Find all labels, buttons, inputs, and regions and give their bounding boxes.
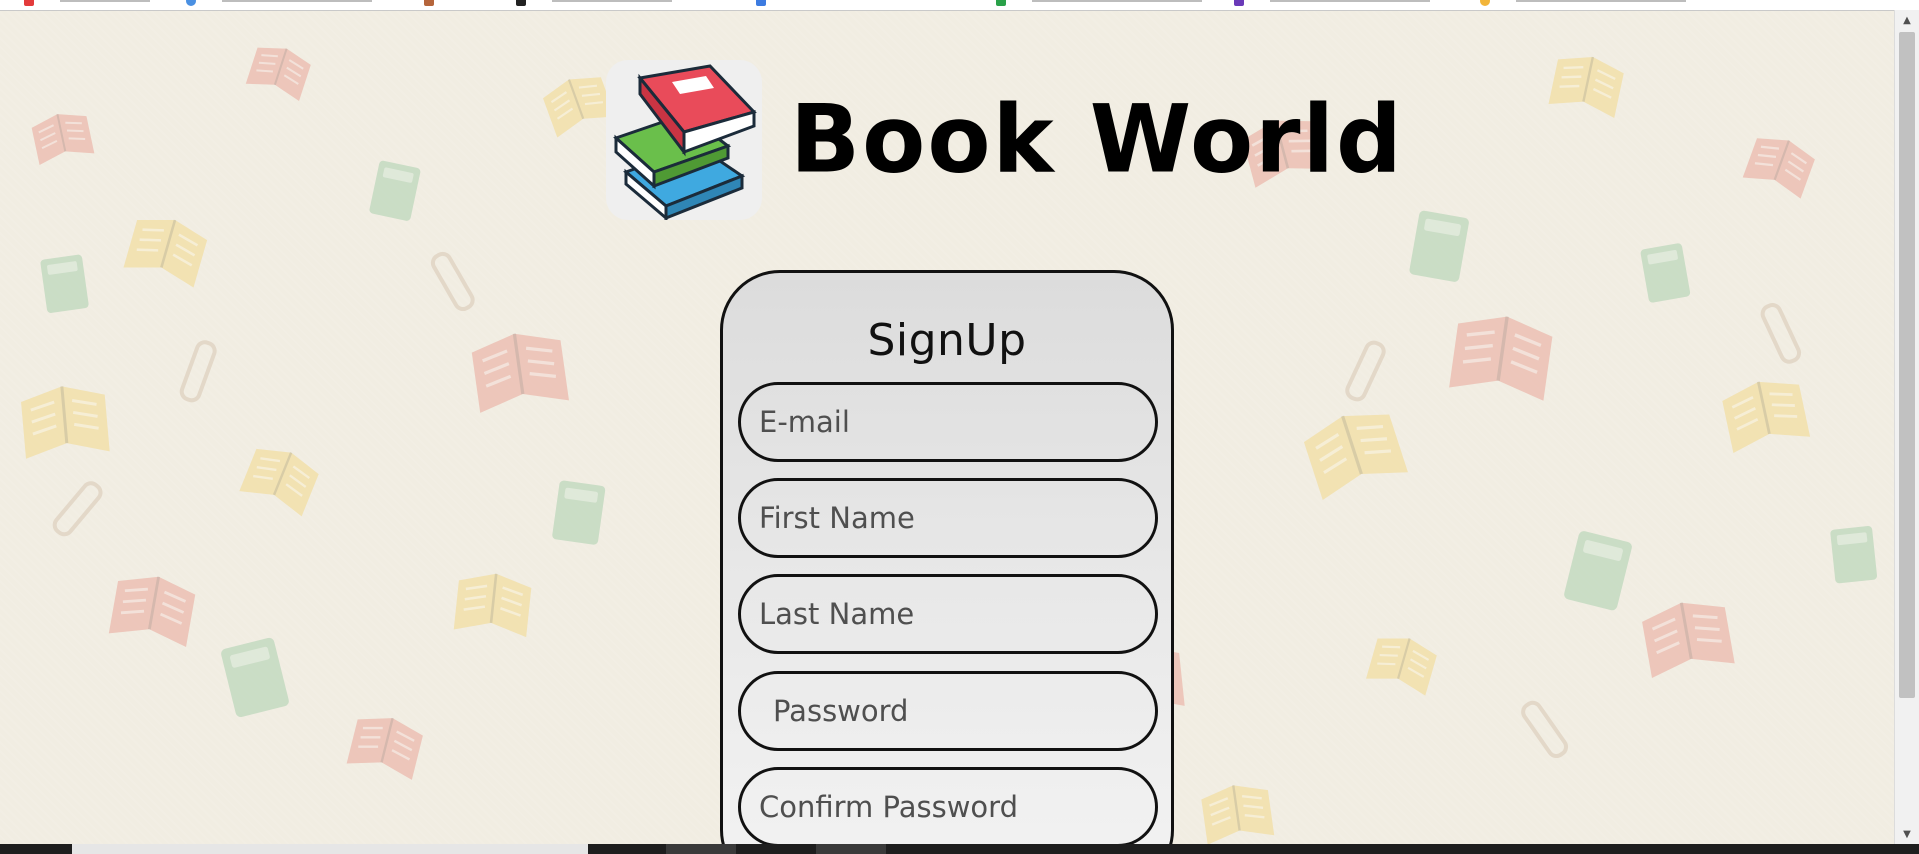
confirm-password-field[interactable]: [738, 767, 1158, 847]
bottom-bar: [0, 844, 1919, 854]
tab-title-remnant: [1516, 0, 1686, 2]
scrollbar-thumb[interactable]: [1899, 32, 1915, 698]
password-field[interactable]: [738, 671, 1158, 751]
tab-favicon[interactable]: [996, 0, 1006, 6]
page-scrollbar[interactable]: ▲ ▼: [1894, 10, 1919, 844]
tab-favicon[interactable]: [186, 0, 196, 6]
tab-favicon[interactable]: [24, 0, 34, 6]
tab-title-remnant: [1270, 0, 1430, 2]
tab-title-remnant: [1032, 0, 1202, 2]
scroll-up-icon[interactable]: ▲: [1895, 10, 1919, 30]
signup-card: SignUp: [720, 270, 1174, 854]
tab-favicon[interactable]: [756, 0, 766, 6]
horizontal-scroll-track[interactable]: [72, 844, 588, 854]
taskbar-item[interactable]: [816, 844, 886, 854]
tab-favicon[interactable]: [424, 0, 434, 6]
tab-title-remnant: [222, 0, 372, 2]
tab-favicon[interactable]: [1234, 0, 1244, 6]
first-name-field[interactable]: [738, 478, 1158, 558]
taskbar-item[interactable]: [666, 844, 736, 854]
scroll-down-icon[interactable]: ▼: [1895, 824, 1919, 844]
tab-favicon[interactable]: [1480, 0, 1490, 6]
site-title: Book World: [790, 84, 1404, 195]
email-field[interactable]: [738, 382, 1158, 462]
tab-title-remnant: [552, 0, 672, 2]
site-header: Book World: [606, 60, 1404, 220]
tab-title-remnant: [60, 0, 150, 2]
tab-favicon[interactable]: [516, 0, 526, 6]
last-name-field[interactable]: [738, 574, 1158, 654]
signup-heading: SignUp: [867, 315, 1027, 366]
browser-tab-strip: [0, 0, 1919, 11]
book-stack-icon: [606, 60, 762, 220]
